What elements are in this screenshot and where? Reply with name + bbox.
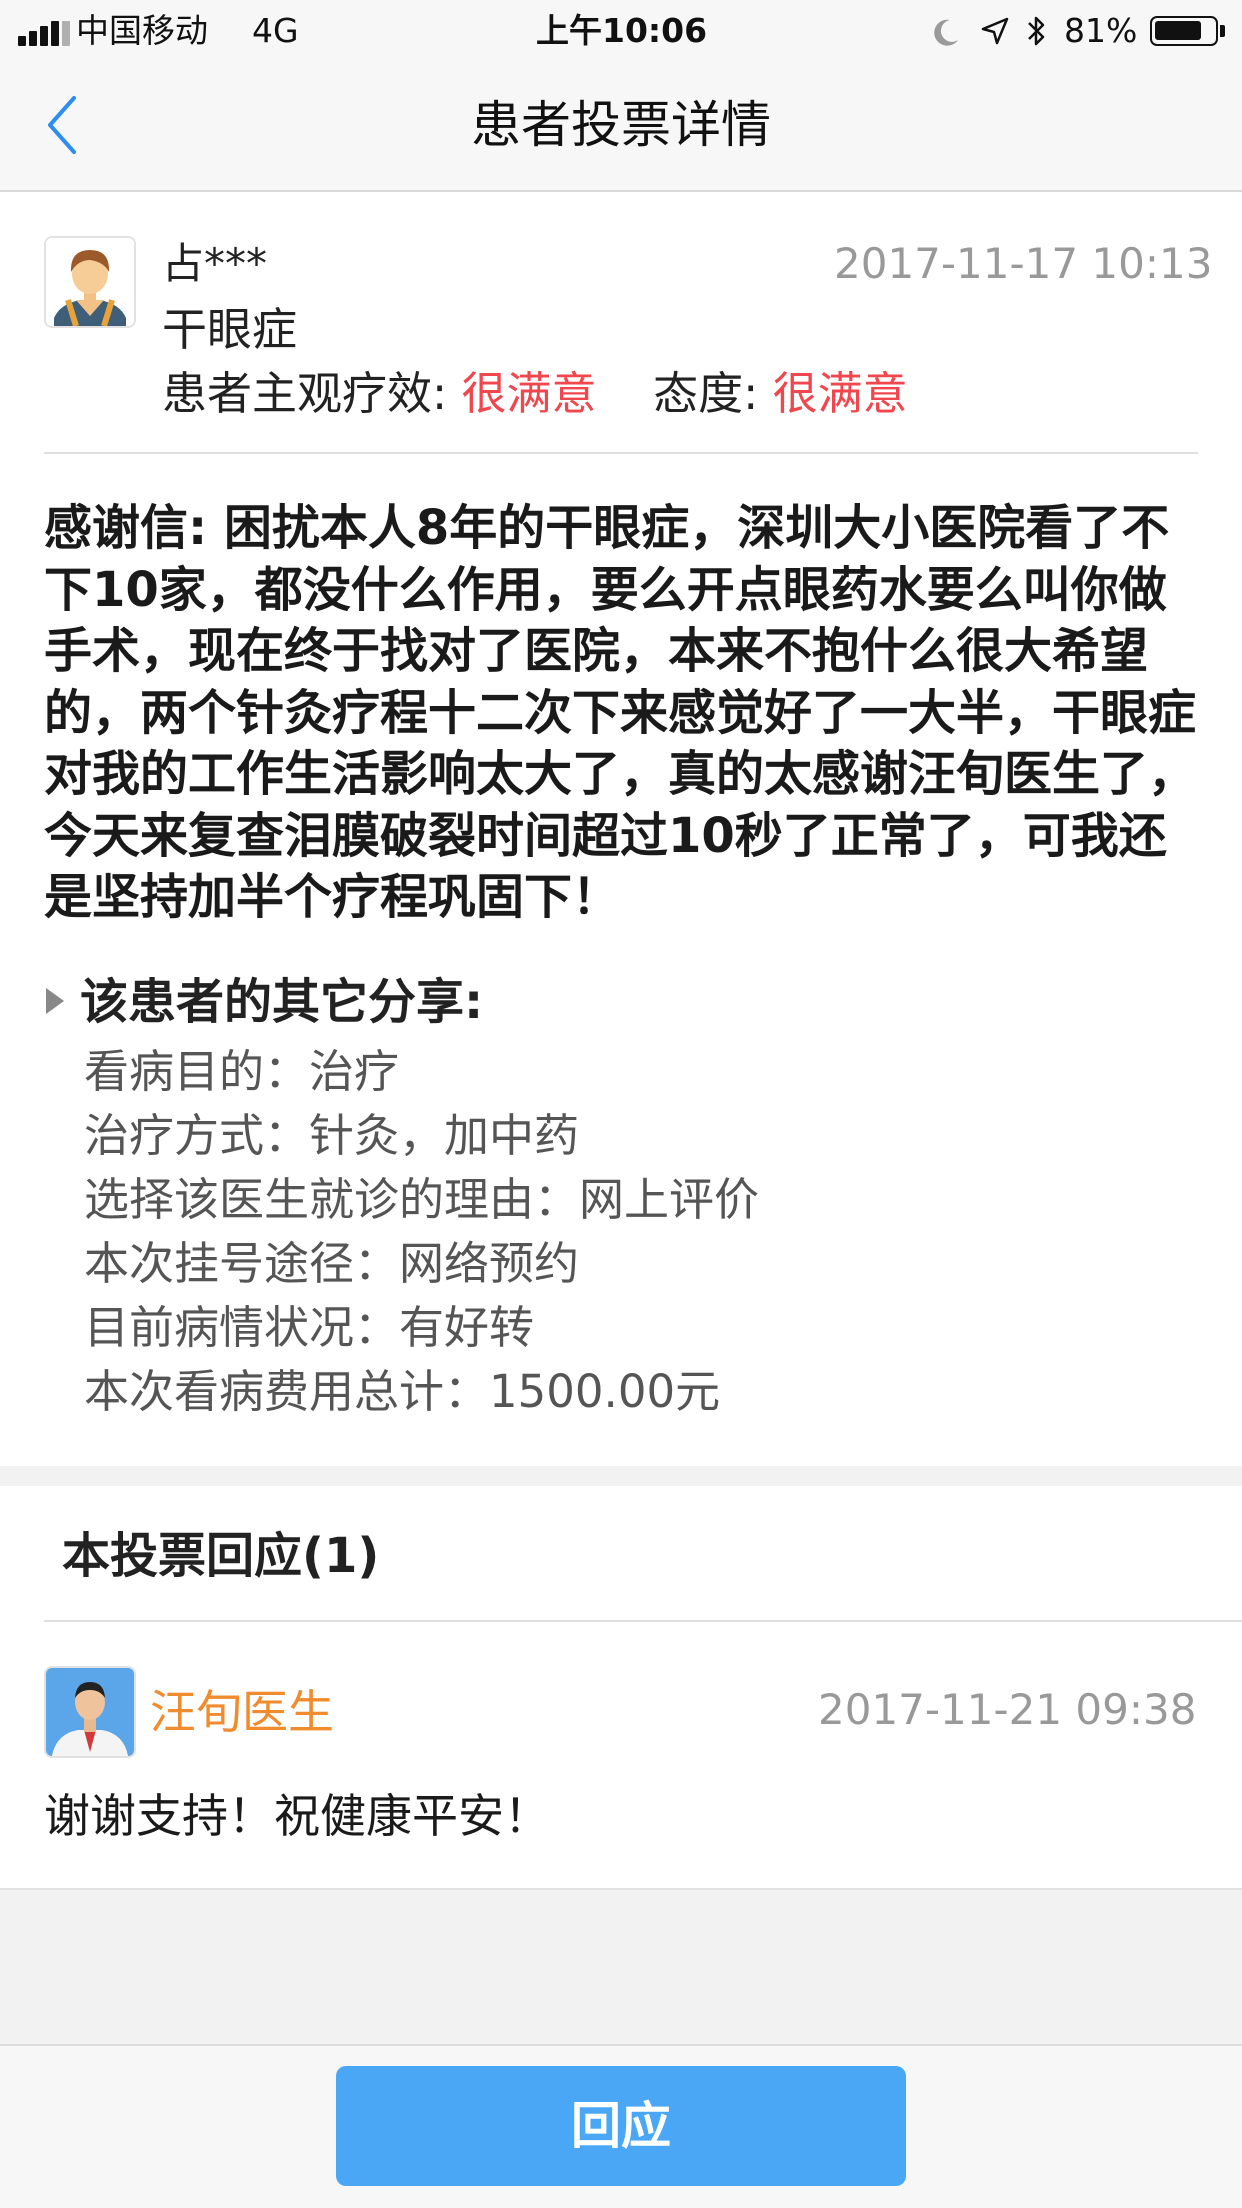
section-separator: [0, 1466, 1242, 1486]
bluetooth-icon: [1028, 16, 1045, 46]
clock: 上午10:06: [536, 11, 708, 50]
effect-label: 患者主观疗效:: [162, 367, 448, 420]
reply-text: 谢谢支持！祝健康平安！: [44, 1789, 550, 1843]
status-bar: 中国移动 4G 上午10:06 81%: [0, 0, 1242, 62]
signal-strength-icon: [18, 18, 70, 46]
replies-header: 本投票回应(1): [62, 1528, 380, 1584]
doctor-avatar[interactable]: [44, 1666, 136, 1758]
thank-you-letter: 感谢信: 困扰本人8年的干眼症，深圳大小医院看了不下10家，都没什么作用，要么开…: [44, 500, 1197, 925]
back-button[interactable]: [30, 90, 100, 160]
header-divider: [44, 452, 1198, 454]
effect-value: 很满意: [461, 367, 597, 420]
disease-name: 干眼症: [162, 303, 298, 356]
patient-name: 占***: [162, 239, 268, 288]
page-title: 患者投票详情: [471, 96, 771, 154]
patient-avatar: [44, 236, 136, 328]
share-item: 本次挂号途径：网络预约: [84, 1237, 580, 1290]
triangle-right-icon: [46, 988, 64, 1014]
share-item: 看病目的：治疗: [84, 1045, 400, 1098]
person-avatar-icon: [46, 238, 134, 326]
navigation-bar: 患者投票详情: [0, 62, 1242, 192]
attitude-value: 很满意: [772, 367, 908, 420]
carrier-name: 中国移动: [76, 11, 208, 50]
review-date: 2017-11-17 10:13: [834, 239, 1213, 288]
share-item: 选择该医生就诊的理由：网上评价: [84, 1173, 760, 1226]
reply-date: 2017-11-21 09:38: [818, 1685, 1197, 1734]
doctor-name[interactable]: 汪旬医生: [150, 1682, 334, 1742]
battery-percent: 81%: [1064, 11, 1138, 50]
location-arrow-icon: [981, 17, 1009, 45]
rating-line: 患者主观疗效: 很满意 态度: 很满意: [162, 364, 908, 424]
moon-icon: [934, 19, 958, 46]
replies-divider: [44, 1620, 1242, 1622]
share-item: 本次看病费用总计：1500.00元: [84, 1365, 721, 1418]
attitude-label: 态度:: [653, 367, 759, 420]
empty-space: [0, 1888, 1242, 2044]
battery-icon: [1150, 16, 1218, 46]
other-shares-title: 该患者的其它分享:: [80, 974, 484, 1030]
chevron-left-icon: [48, 96, 76, 154]
reply-button[interactable]: 回应: [336, 2066, 906, 2186]
network-type: 4G: [252, 11, 299, 50]
share-item: 目前病情状况：有好转: [84, 1301, 535, 1354]
battery-tip: [1220, 25, 1225, 37]
doctor-photo-icon: [46, 1668, 134, 1756]
share-item: 治疗方式：针灸，加中药: [84, 1109, 580, 1162]
